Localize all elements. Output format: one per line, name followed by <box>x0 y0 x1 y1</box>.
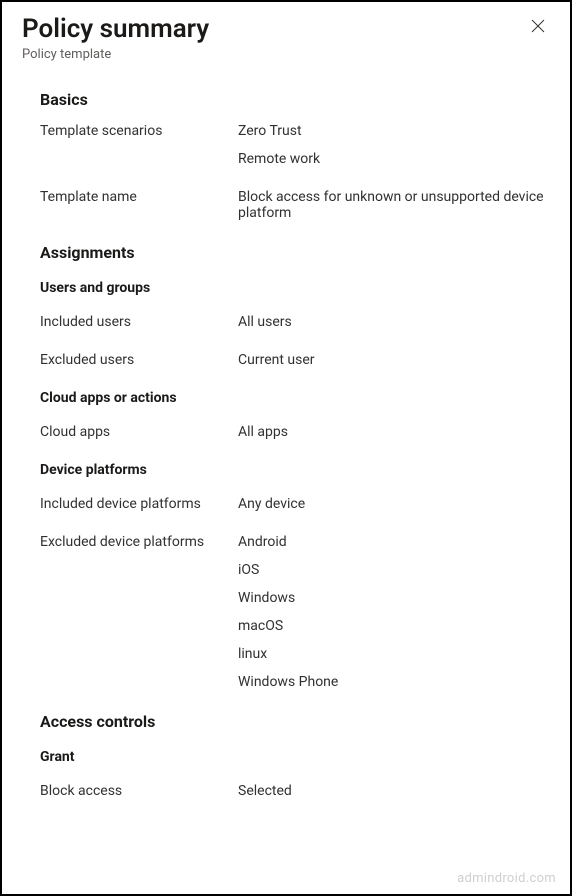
label-template-scenarios: Template scenarios <box>40 123 238 167</box>
value-item: Zero Trust <box>238 123 550 139</box>
subsection-users-groups: Users and groups <box>40 280 550 296</box>
row-template-name: Template name Block access for unknown o… <box>40 189 550 221</box>
row-included-platforms: Included device platforms Any device <box>40 496 550 512</box>
row-excluded-platforms: Excluded device platforms Android iOS Wi… <box>40 534 550 690</box>
value-template-scenarios: Zero Trust Remote work <box>238 123 550 167</box>
value-item: Android <box>238 534 550 550</box>
panel-content: Basics Template scenarios Zero Trust Rem… <box>22 90 550 799</box>
value-item: Current user <box>238 352 550 368</box>
policy-summary-panel: Policy summary Policy template Basics Te… <box>2 2 570 894</box>
label-excluded-platforms: Excluded device platforms <box>40 534 238 690</box>
value-item: All users <box>238 314 550 330</box>
value-cloud-apps: All apps <box>238 424 550 440</box>
subsection-device-platforms: Device platforms <box>40 462 550 478</box>
subsection-cloud-apps: Cloud apps or actions <box>40 390 550 406</box>
panel-subtitle: Policy template <box>22 47 550 62</box>
value-item: Windows <box>238 590 550 606</box>
value-template-name: Block access for unknown or unsupported … <box>238 189 550 221</box>
row-included-users: Included users All users <box>40 314 550 330</box>
row-cloud-apps: Cloud apps All apps <box>40 424 550 440</box>
close-button[interactable] <box>526 14 550 38</box>
value-item: Windows Phone <box>238 674 550 690</box>
value-excluded-users: Current user <box>238 352 550 368</box>
label-included-users: Included users <box>40 314 238 330</box>
value-item: Any device <box>238 496 550 512</box>
panel-header: Policy summary Policy template <box>22 14 550 62</box>
value-excluded-platforms: Android iOS Windows macOS linux Windows … <box>238 534 550 690</box>
section-basics-heading: Basics <box>40 90 550 109</box>
value-item: linux <box>238 646 550 662</box>
value-included-platforms: Any device <box>238 496 550 512</box>
value-item: macOS <box>238 618 550 634</box>
label-block-access: Block access <box>40 783 238 799</box>
watermark: admindroid.com <box>457 871 556 886</box>
subsection-grant: Grant <box>40 749 550 765</box>
row-template-scenarios: Template scenarios Zero Trust Remote wor… <box>40 123 550 167</box>
value-item: Selected <box>238 783 550 799</box>
section-access-controls-heading: Access controls <box>40 712 550 731</box>
close-icon <box>531 19 545 33</box>
row-excluded-users: Excluded users Current user <box>40 352 550 368</box>
value-item: All apps <box>238 424 550 440</box>
panel-title: Policy summary <box>22 14 550 45</box>
label-cloud-apps: Cloud apps <box>40 424 238 440</box>
label-excluded-users: Excluded users <box>40 352 238 368</box>
value-item: Remote work <box>238 151 550 167</box>
label-template-name: Template name <box>40 189 238 221</box>
value-item: iOS <box>238 562 550 578</box>
section-assignments-heading: Assignments <box>40 243 550 262</box>
value-block-access: Selected <box>238 783 550 799</box>
row-block-access: Block access Selected <box>40 783 550 799</box>
value-included-users: All users <box>238 314 550 330</box>
value-item: Block access for unknown or unsupported … <box>238 189 550 221</box>
label-included-platforms: Included device platforms <box>40 496 238 512</box>
